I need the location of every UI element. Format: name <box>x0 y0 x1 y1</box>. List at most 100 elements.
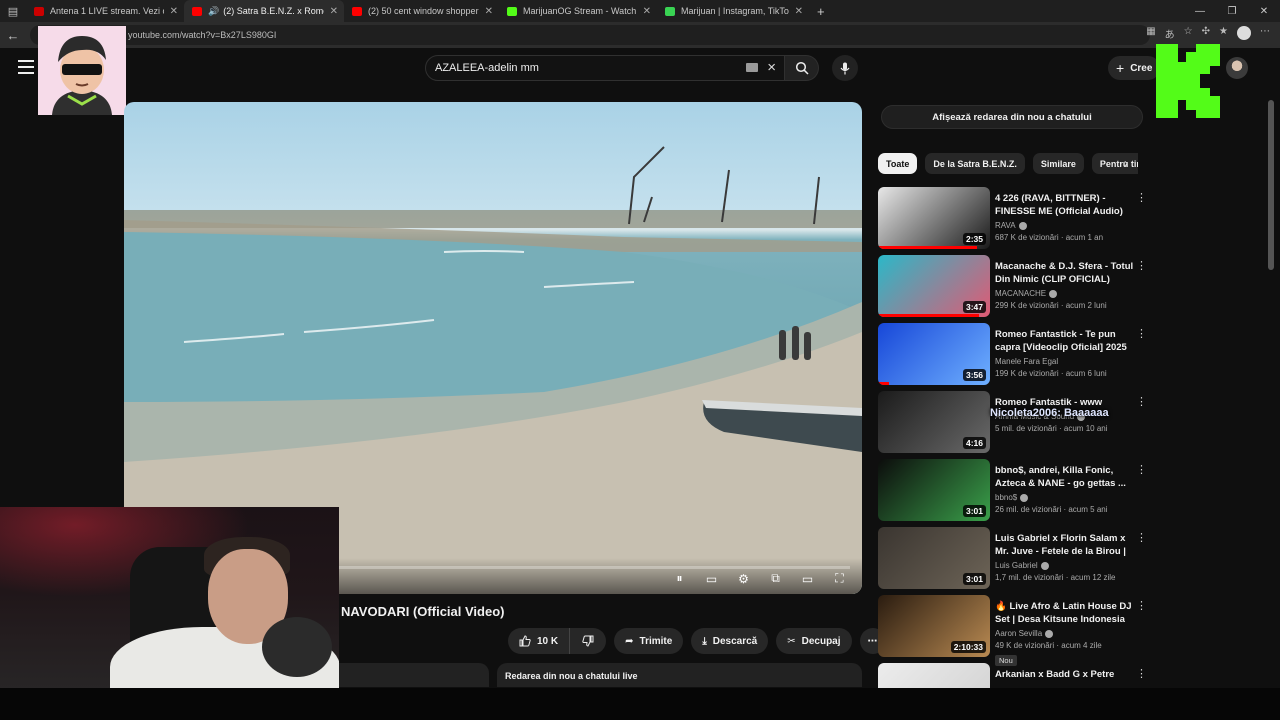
tab-label: (2) Satra B.E.N.Z. x Romeo Fa <box>223 6 324 16</box>
close-tab-icon[interactable]: ✕ <box>170 6 178 17</box>
view-count-age: 687 K de vizionări · acum 1 an <box>995 233 1104 242</box>
video-thumbnail[interactable]: 3:47 <box>878 255 990 317</box>
close-window-button[interactable]: ✕ <box>1248 0 1280 22</box>
channel-name[interactable]: MACANACHE <box>995 289 1046 298</box>
recommendation-item[interactable]: 2:10:33 🔥 Live Afro & Latin House DJ Set … <box>878 595 1148 666</box>
recommendation-title[interactable]: 🔥 Live Afro & Latin House DJ Set | Desa … <box>995 600 1135 626</box>
tab-menu-icon[interactable]: ▤ <box>0 0 26 22</box>
recommendation-item[interactable]: 3:56 Romeo Fantastick - Te pun capra [Vid… <box>878 323 1148 391</box>
filter-chip[interactable]: Similare <box>1032 153 1084 174</box>
more-options-icon[interactable]: ⋮ <box>1136 327 1147 340</box>
browser-tab[interactable]: Marijuan | Instagram, TikTok | Link ✕ <box>657 0 809 22</box>
duration-badge: 3:01 <box>962 573 986 585</box>
close-tab-icon[interactable]: ✕ <box>795 6 803 17</box>
voice-search-button[interactable] <box>832 55 858 81</box>
create-label: Cree <box>1130 62 1153 74</box>
filter-chip[interactable]: Toate <box>878 153 918 174</box>
maximize-button[interactable]: ❐ <box>1216 0 1248 22</box>
account-avatar[interactable] <box>1226 57 1248 79</box>
close-tab-icon[interactable]: ✕ <box>330 6 338 17</box>
recommendation-title[interactable]: Arkanian x Badd G x Petre <box>995 668 1135 681</box>
create-button[interactable]: + Cree <box>1108 56 1160 80</box>
video-thumbnail[interactable]: 2:35 <box>878 187 990 249</box>
menu-hamburger-icon[interactable] <box>18 60 34 74</box>
like-button[interactable]: 10 K <box>508 628 571 654</box>
browser-tab[interactable]: 🔊 (2) Satra B.E.N.Z. x Romeo Fa ✕ <box>184 0 344 22</box>
speaker-icon[interactable]: 🔊 <box>208 6 219 17</box>
duration-badge: 3:01 <box>962 505 986 517</box>
subtitles-icon[interactable]: ▭ <box>703 572 720 586</box>
autoplay-toggle-icon[interactable]: ⏸ <box>671 571 688 585</box>
favorites-icon[interactable]: ★ <box>1219 26 1228 41</box>
more-options-icon[interactable]: ⋮ <box>1136 531 1147 544</box>
profile-avatar[interactable] <box>1237 26 1251 40</box>
extensions-icon[interactable]: ✣ <box>1202 26 1210 41</box>
recommendation-item[interactable]: 2:35 4 226 (RAVA, BITTNER) - FINESSE ME (… <box>878 187 1148 255</box>
recommendation-item[interactable]: 3:01 Luis Gabriel x Florin Salam x Mr. Ju… <box>878 527 1148 595</box>
close-tab-icon[interactable]: ✕ <box>485 6 493 17</box>
browser-tab-bar: ▤ Antena 1 LIVE stream. Vezi online ✕ 🔊 (2)… <box>0 0 1280 22</box>
video-thumbnail[interactable]: 3:56 <box>878 323 990 385</box>
recommendation-item[interactable]: 3:47 Macanache & D.J. Sfera - Totul Din N… <box>878 255 1148 323</box>
chevron-right-icon[interactable]: › <box>1124 156 1128 170</box>
bookmark-star-icon[interactable]: ☆ <box>1184 26 1193 41</box>
download-button[interactable]: ⤓ Descarcă <box>691 628 769 654</box>
recommendation-title[interactable]: Macanache & D.J. Sfera - Totul Din Nimic… <box>995 260 1135 286</box>
more-options-icon[interactable]: ⋮ <box>1136 463 1147 476</box>
search-input[interactable]: AZALEEA-adelin mm × <box>425 55 785 81</box>
fullscreen-icon[interactable]: ⛶ <box>831 571 848 585</box>
translate-icon[interactable]: あ <box>1165 26 1175 41</box>
recommendation-item[interactable]: 3:01 bbno$, andrei, Killa Fonic, Azteca &… <box>878 459 1148 527</box>
page-scrollbar[interactable] <box>1268 100 1274 270</box>
channel-name[interactable]: bbno$ <box>995 493 1017 502</box>
recommendation-item[interactable]: 4:16 Romeo Fantastik - www Amma Music & So… <box>878 391 1148 459</box>
channel-name[interactable]: RAVA <box>995 221 1016 230</box>
dislike-button[interactable] <box>570 628 607 654</box>
more-options-icon[interactable]: ⋮ <box>1136 395 1147 408</box>
video-thumbnail[interactable]: 3:01 <box>878 527 990 589</box>
url-field[interactable]: youtube.com/watch?v=Bx27LS980GI <box>30 25 1150 45</box>
recommendation-title[interactable]: Luis Gabriel x Florin Salam x Mr. Juve -… <box>995 532 1135 558</box>
show-chat-replay-button[interactable]: Afișează redarea din nou a chatului <box>881 105 1143 129</box>
tab-favicon-icon <box>507 6 517 16</box>
channel-name[interactable]: Manele Fara Egal <box>995 357 1058 366</box>
more-options-icon[interactable]: ⋮ <box>1136 259 1147 272</box>
browser-tab[interactable]: MarijuanOG Stream - Watch Live ✕ <box>499 0 657 22</box>
video-thumbnail[interactable]: 4:16 <box>878 391 990 453</box>
channel-name[interactable]: Luis Gabriel <box>995 561 1038 570</box>
browser-tab[interactable]: (2) 50 cent window shopper - You ✕ <box>344 0 499 22</box>
search-button[interactable] <box>785 55 819 81</box>
browser-menu-icon[interactable]: ⋯ <box>1260 26 1270 41</box>
watch-progress-bar <box>878 382 890 385</box>
clip-button[interactable]: ✂ Decupaj <box>776 628 852 654</box>
new-tab-button[interactable]: + <box>817 4 825 19</box>
channel-name[interactable]: Aaron Sevilla <box>995 629 1042 638</box>
more-options-icon[interactable]: ⋮ <box>1136 667 1147 680</box>
browser-tab[interactable]: Antena 1 LIVE stream. Vezi online ✕ <box>26 0 184 22</box>
recommendation-title[interactable]: Romeo Fantastick - Te pun capra [Videocl… <box>995 328 1135 354</box>
apps-icon[interactable]: ▦ <box>1146 26 1155 41</box>
recommendation-title[interactable]: bbno$, andrei, Killa Fonic, Azteca & NAN… <box>995 464 1135 490</box>
recommendation-title[interactable]: 4 226 (RAVA, BITTNER) - FINESSE ME (Offi… <box>995 192 1135 218</box>
more-options-icon[interactable]: ⋮ <box>1136 191 1147 204</box>
kick-logo-icon <box>1156 44 1220 118</box>
recommendation-info: Arkanian x Badd G x Petre <box>995 668 1135 681</box>
minimize-button[interactable]: — <box>1184 0 1216 22</box>
filter-chip[interactable]: Pentru tine <box>1091 153 1138 174</box>
video-thumbnail[interactable]: 3:01 <box>878 459 990 521</box>
close-tab-icon[interactable]: ✕ <box>643 6 651 17</box>
keyboard-icon[interactable] <box>746 63 758 72</box>
microphone-icon <box>840 62 850 74</box>
theater-mode-icon[interactable]: ▭ <box>799 572 816 586</box>
description-box[interactable] <box>339 663 489 687</box>
filter-chip[interactable]: De la Satra B.E.N.Z. <box>925 153 1025 174</box>
miniplayer-icon[interactable]: ⧉ <box>767 571 784 585</box>
settings-gear-icon[interactable]: ⚙ <box>735 572 752 586</box>
back-arrow-icon[interactable]: ← <box>0 28 26 43</box>
share-button[interactable]: ➦ Trimite <box>614 628 684 654</box>
live-chat-replay-header[interactable]: Redarea din nou a chatului live <box>497 663 862 687</box>
verified-check-icon <box>1049 289 1058 298</box>
clear-search-icon[interactable]: × <box>767 59 776 76</box>
more-options-icon[interactable]: ⋮ <box>1136 599 1147 612</box>
video-thumbnail[interactable]: 2:10:33 <box>878 595 990 657</box>
